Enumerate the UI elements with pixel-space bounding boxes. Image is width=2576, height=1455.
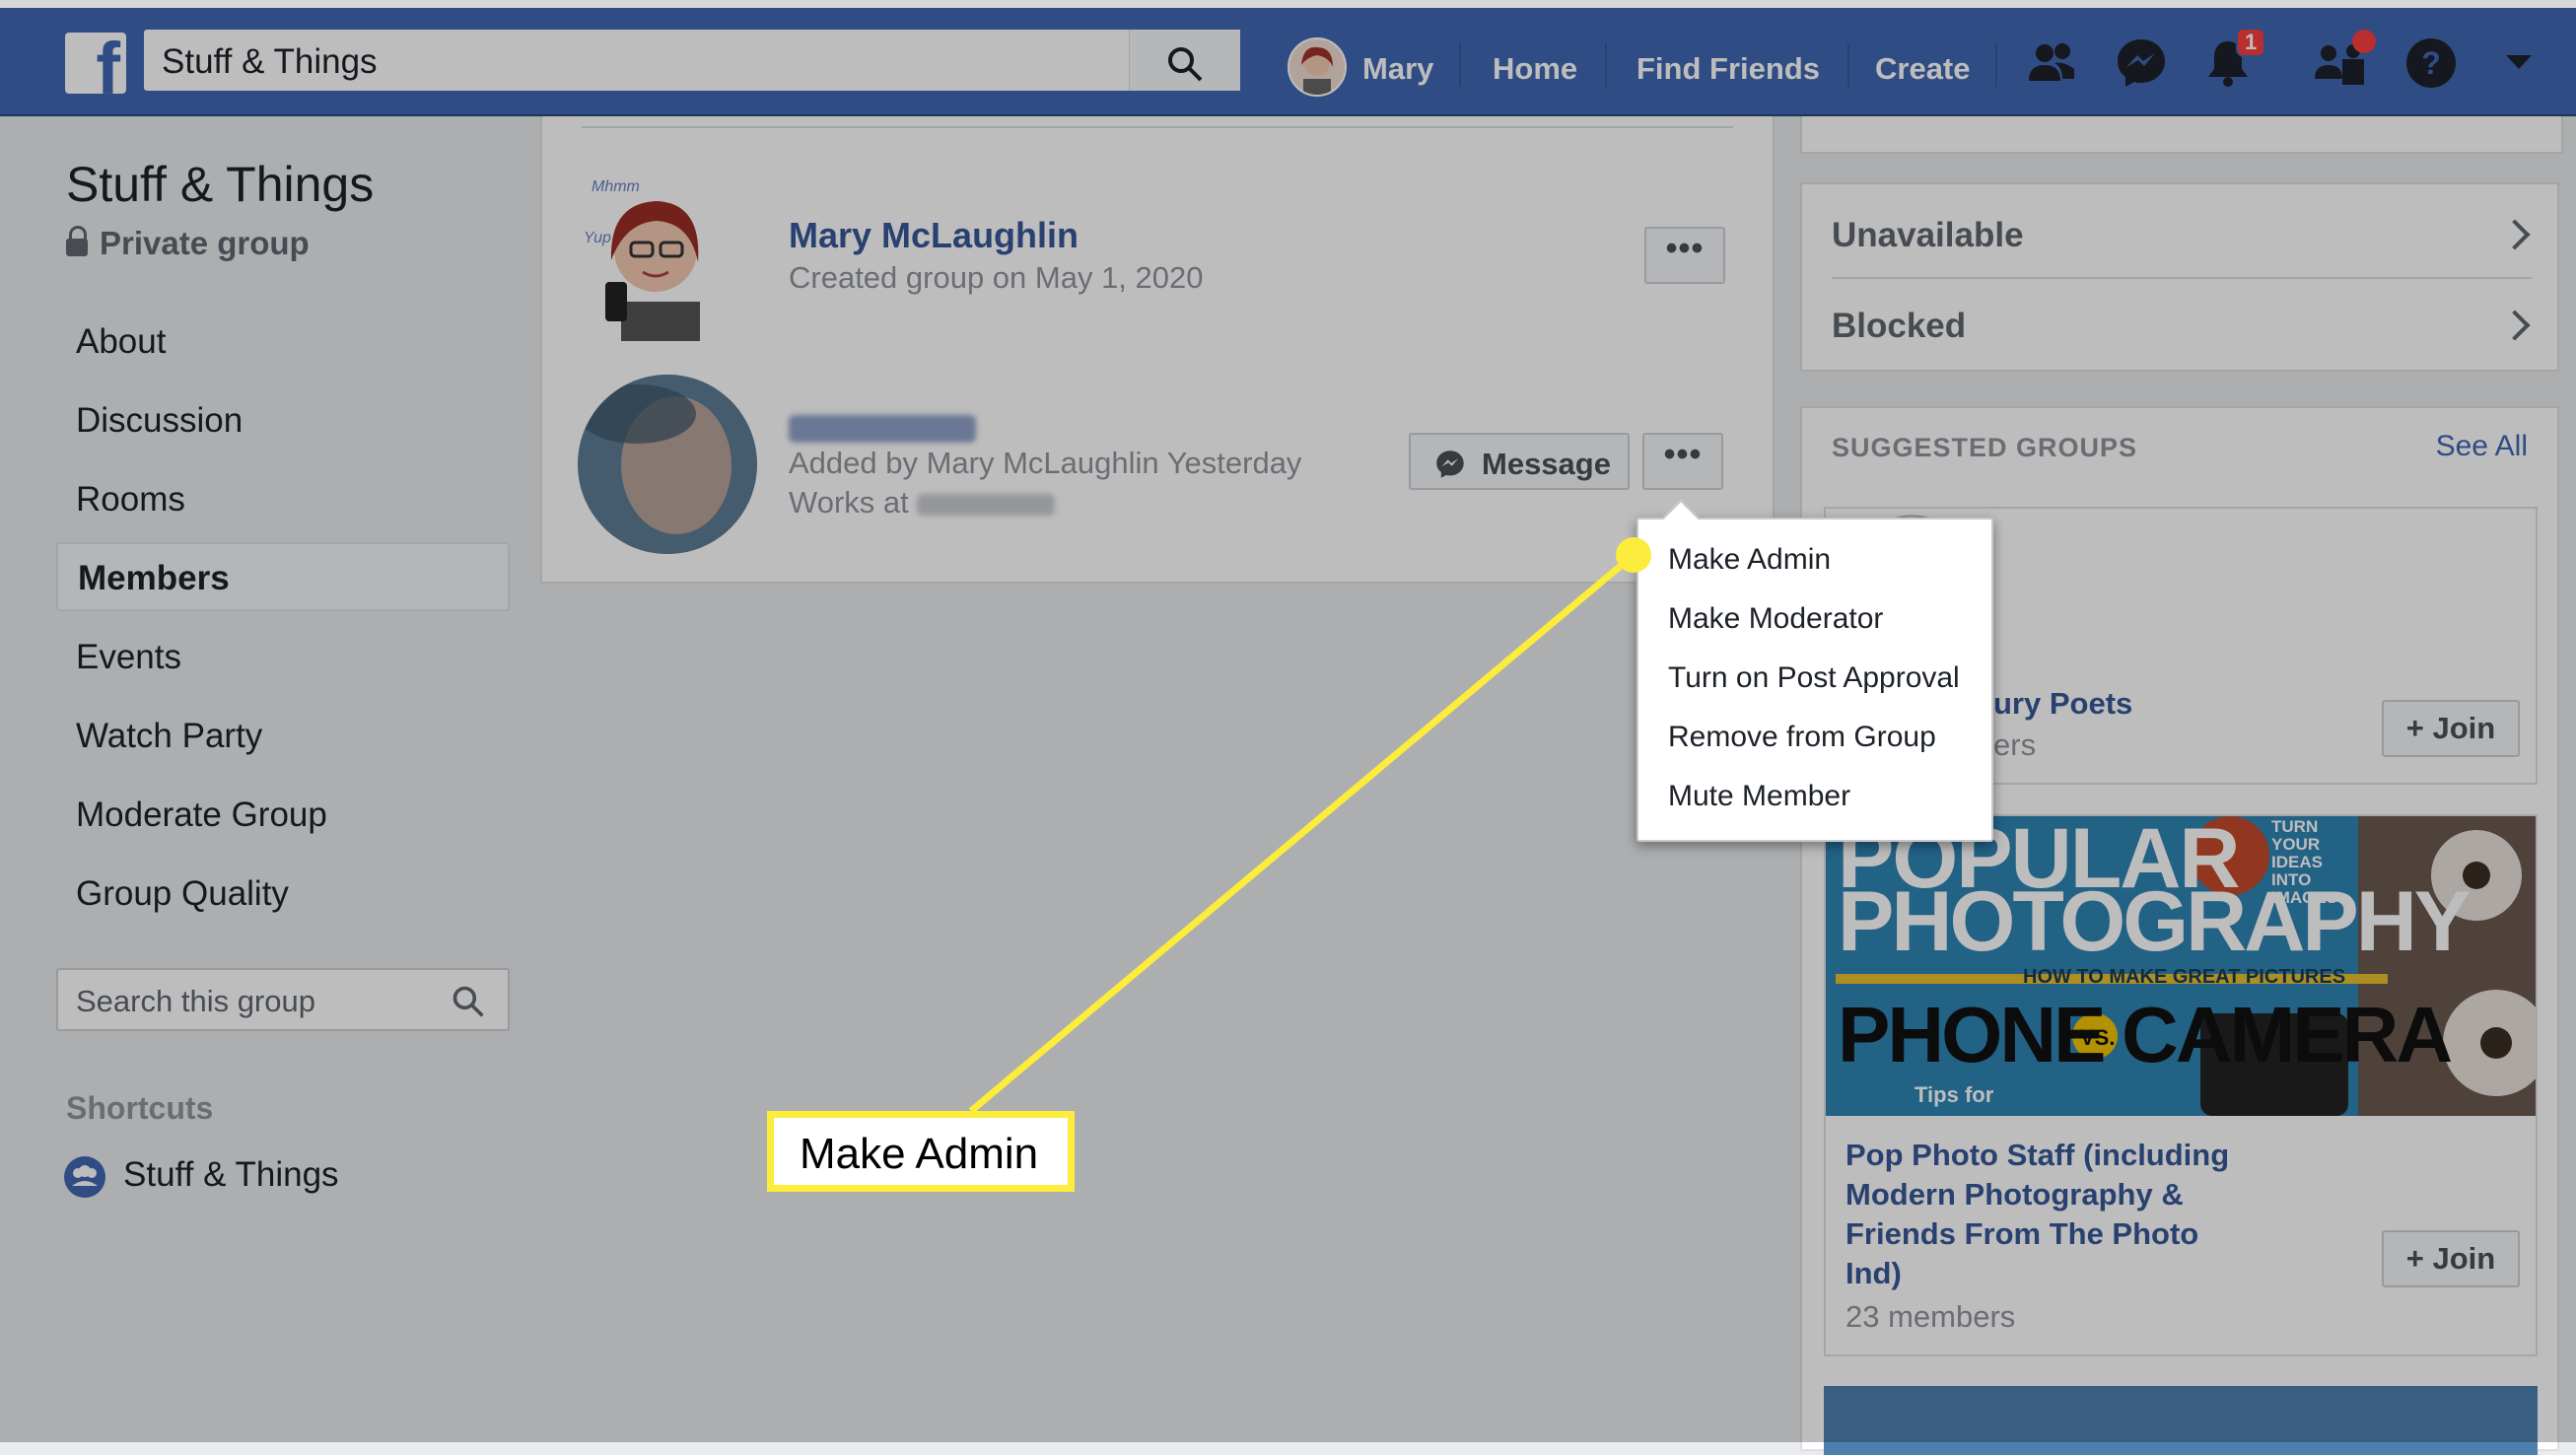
callout-label-box: Make Admin: [767, 1111, 1075, 1192]
callout-pointer-line: [968, 537, 1651, 1114]
callout-label: Make Admin: [800, 1130, 1039, 1178]
